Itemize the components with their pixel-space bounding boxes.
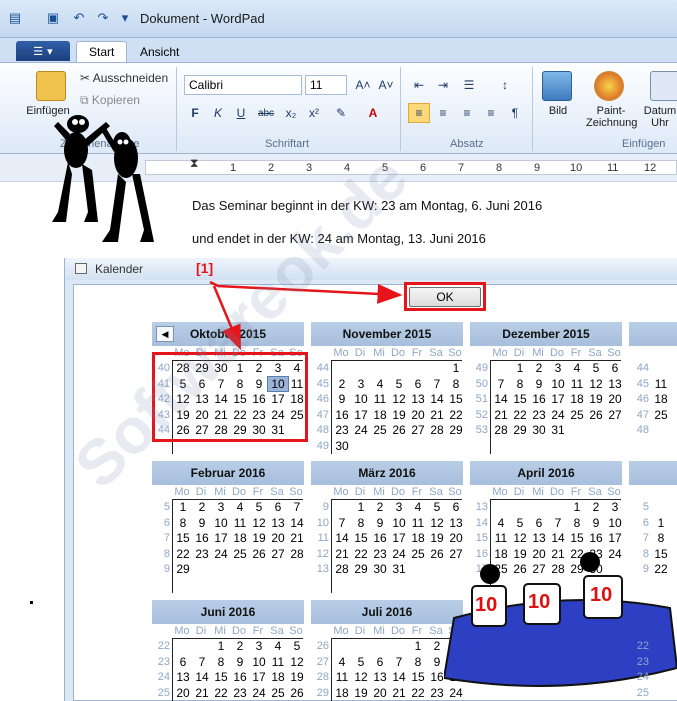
calendar-day[interactable]: 1 bbox=[651, 516, 671, 530]
week-number: 5 bbox=[642, 501, 649, 513]
week-number: 24 bbox=[636, 671, 649, 683]
week-number: 7 bbox=[642, 532, 649, 544]
score-card: 10 bbox=[528, 591, 551, 613]
week-number: 47 bbox=[636, 408, 649, 421]
calendar-day[interactable]: 25 bbox=[651, 408, 671, 422]
calendar-day[interactable]: 8 bbox=[651, 531, 671, 545]
week-number: 45 bbox=[636, 377, 649, 390]
dancing-figures-illustration bbox=[52, 115, 154, 242]
week-number: 6 bbox=[642, 516, 649, 529]
week-number: 44 bbox=[636, 362, 649, 374]
stray-dot bbox=[30, 601, 33, 604]
week-number: 22 bbox=[636, 640, 649, 652]
score-card: 10 bbox=[475, 594, 498, 616]
score-card: 10 bbox=[590, 584, 613, 606]
week-number: 46 bbox=[636, 393, 649, 405]
calendar-day[interactable]: 22 bbox=[651, 562, 671, 576]
week-number: 23 bbox=[636, 655, 649, 668]
calendar-day[interactable]: 18 bbox=[651, 392, 671, 406]
calendar-day[interactable]: 15 bbox=[651, 547, 671, 561]
week-number: 25 bbox=[636, 686, 649, 699]
week-number: 9 bbox=[642, 563, 649, 575]
week-number: 8 bbox=[642, 547, 649, 560]
calendar-day[interactable]: 11 bbox=[651, 377, 671, 391]
week-number: 48 bbox=[636, 424, 649, 436]
